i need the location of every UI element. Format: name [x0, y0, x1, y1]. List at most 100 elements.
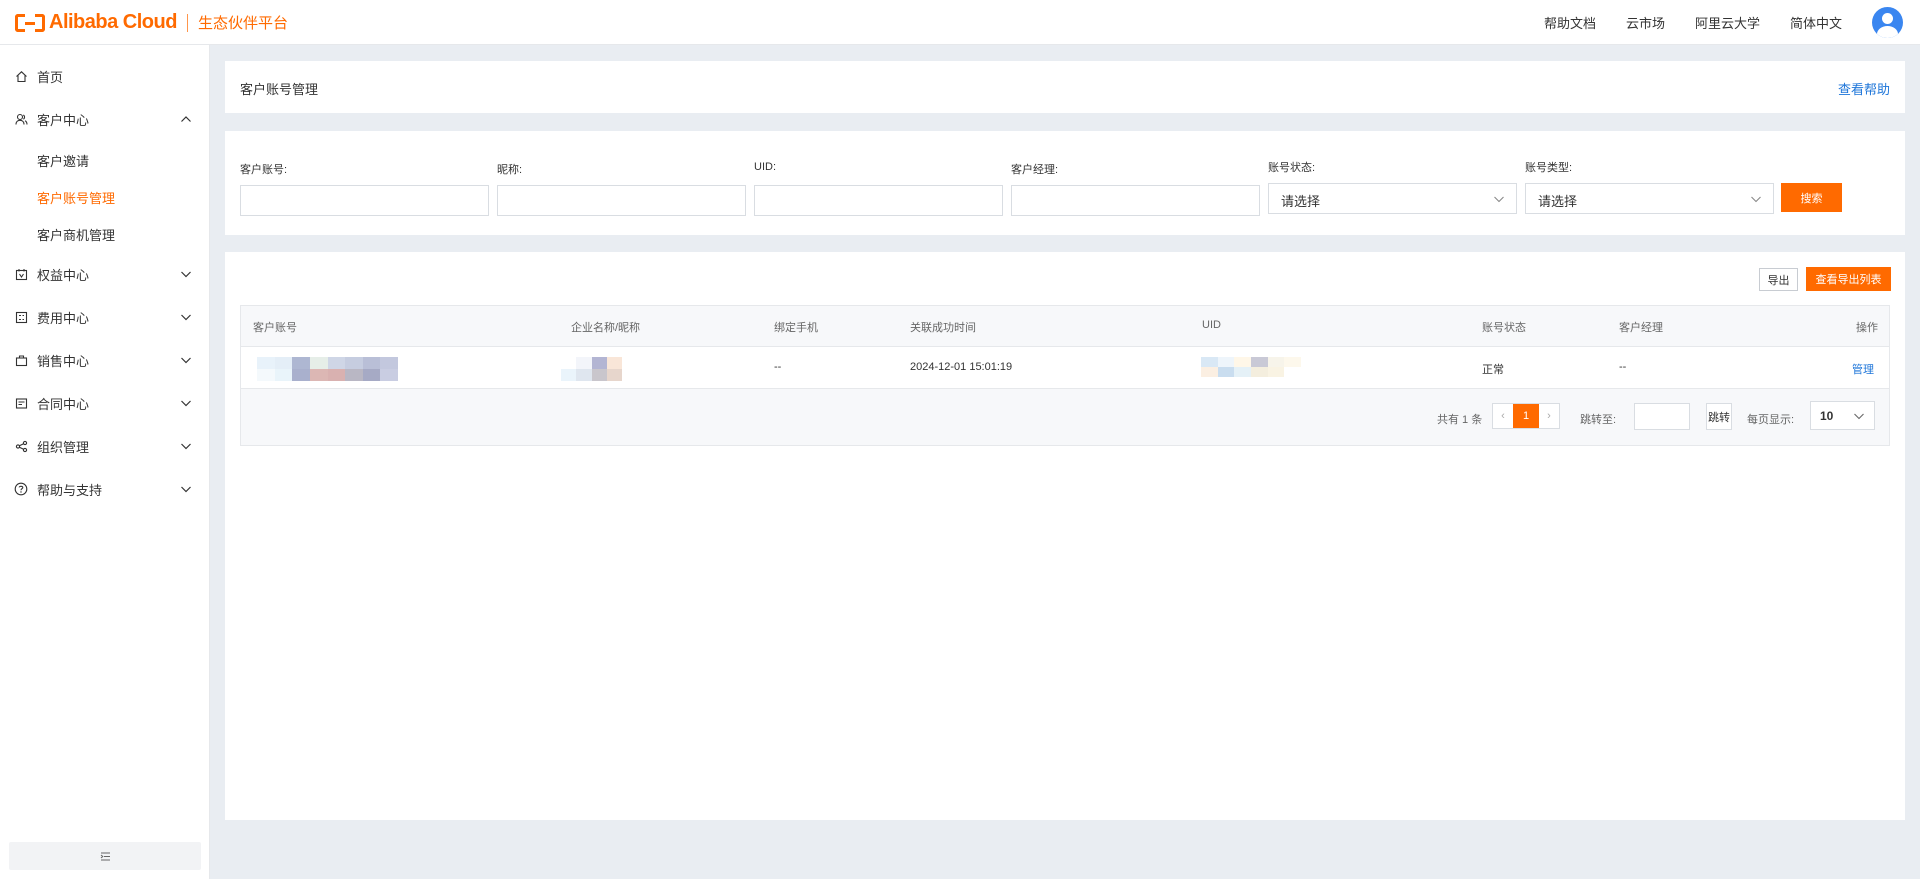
sales-icon — [14, 353, 28, 367]
search-button[interactable]: 搜索 — [1781, 183, 1842, 212]
redacted-uid-mosaic — [1201, 357, 1301, 377]
sidebar-item-label: 费用中心 — [37, 310, 90, 326]
platform-name: 生态伙伴平台 — [197, 15, 288, 32]
column-header-status: 账号状态 — [1482, 322, 1526, 334]
table-row: -- 2024-12-01 15:01:19 正常 -- 管理 — [240, 347, 1890, 389]
alibaba-cloud-logo[interactable]: Alibaba Cloud 生态伙伴平台 — [15, 10, 288, 35]
page-header-panel: 客户账号管理 查看帮助 — [225, 61, 1905, 113]
sidebar-item-customer-center[interactable]: 客户中心 — [0, 103, 210, 135]
sidebar-item-org-management[interactable]: 组织管理 — [0, 430, 210, 462]
table-panel: 导出 查看导出列表 客户账号 企业名称/昵称 绑定手机 关联成功时间 UID 账… — [225, 252, 1905, 820]
chevron-down-icon — [1749, 192, 1763, 206]
column-header-uid: UID — [1202, 319, 1221, 331]
sidebar-item-label: 客户中心 — [37, 112, 90, 128]
filter-panel: 客户账号: 昵称: UID: 客户经理: 账号状态: 请选择 账号类型: 请选择… — [225, 131, 1905, 235]
sidebar-subitem-customer-invite[interactable]: 客户邀请 — [37, 151, 89, 170]
pagination-bar: 共有 1 条 ‹ 1 › 跳转至: 跳转 每页显示: 10 — [240, 389, 1890, 446]
cell-status: 正常 — [1482, 364, 1504, 376]
status-filter-value: 请选择 — [1281, 194, 1321, 209]
chevron-down-icon — [179, 396, 193, 410]
chevron-up-icon — [179, 112, 193, 126]
total-count: 共有 1 条 — [1437, 414, 1483, 426]
manage-link[interactable]: 管理 — [1852, 361, 1874, 377]
prev-page-button[interactable]: ‹ — [1493, 404, 1513, 428]
alibaba-cloud-logo-icon — [15, 13, 45, 32]
type-filter-value: 请选择 — [1538, 194, 1578, 209]
home-icon — [14, 69, 28, 83]
export-button[interactable]: 导出 — [1759, 268, 1798, 291]
column-header-account: 客户账号 — [253, 322, 297, 334]
redacted-company-mosaic — [561, 357, 622, 381]
jump-button[interactable]: 跳转 — [1706, 403, 1732, 430]
sidebar-item-label: 帮助与支持 — [37, 482, 103, 498]
sidebar-item-contract-center[interactable]: 合同中心 — [0, 387, 210, 419]
column-header-time: 关联成功时间 — [910, 322, 976, 334]
page-size-label: 每页显示: — [1747, 414, 1795, 426]
table-header: 客户账号 企业名称/昵称 绑定手机 关联成功时间 UID 账号状态 客户经理 操… — [240, 305, 1890, 347]
brand-name: Alibaba Cloud — [49, 11, 177, 33]
customer-icon — [14, 112, 28, 126]
chevron-down-icon — [179, 267, 193, 281]
sidebar-item-label: 组织管理 — [37, 439, 90, 455]
nickname-filter-label: 昵称: — [497, 164, 523, 176]
manager-filter-label: 客户经理: — [1011, 164, 1059, 176]
page-size-value: 10 — [1820, 409, 1834, 423]
jump-to-label: 跳转至: — [1580, 414, 1617, 426]
sidebar-item-label: 合同中心 — [37, 396, 90, 412]
sidebar-item-help-support[interactable]: 帮助与支持 — [0, 473, 210, 505]
view-help-link[interactable]: 查看帮助 — [1838, 79, 1890, 98]
view-export-list-button[interactable]: 查看导出列表 — [1806, 267, 1891, 291]
header-link-university[interactable]: 阿里云大学 — [1695, 13, 1760, 32]
language-switch[interactable]: 简体中文 — [1790, 13, 1842, 32]
manager-filter-input[interactable] — [1011, 185, 1260, 216]
help-icon — [14, 482, 28, 496]
nickname-filter-input[interactable] — [497, 185, 746, 216]
chevron-down-icon — [1492, 192, 1506, 206]
column-header-phone: 绑定手机 — [774, 322, 818, 334]
sidebar-item-home[interactable]: 首页 — [0, 60, 210, 92]
pager: ‹ 1 › — [1492, 403, 1560, 429]
chevron-down-icon — [179, 482, 193, 496]
chevron-down-icon — [1852, 409, 1866, 423]
sidebar-item-rights-center[interactable]: 权益中心 — [0, 258, 210, 290]
sidebar-subitem-opportunity-management[interactable]: 客户商机管理 — [37, 225, 115, 244]
chevron-down-icon — [179, 439, 193, 453]
column-header-company: 企业名称/昵称 — [571, 322, 641, 334]
status-filter-label: 账号状态: — [1268, 162, 1316, 174]
sidebar-item-label: 销售中心 — [37, 353, 90, 369]
uid-filter-input[interactable] — [754, 185, 1003, 216]
header-link-market[interactable]: 云市场 — [1626, 13, 1665, 32]
logo-divider — [186, 13, 188, 32]
sidebar-subitem-account-management[interactable]: 客户账号管理 — [37, 188, 115, 207]
status-filter-select[interactable]: 请选择 — [1268, 183, 1517, 214]
cell-time: 2024-12-01 15:01:19 — [910, 361, 1013, 373]
type-filter-label: 账号类型: — [1525, 162, 1573, 174]
type-filter-select[interactable]: 请选择 — [1525, 183, 1774, 214]
user-avatar[interactable] — [1872, 7, 1903, 38]
next-page-button[interactable]: › — [1539, 404, 1559, 428]
page-title: 客户账号管理 — [240, 82, 319, 97]
sidebar-collapse-button[interactable] — [9, 842, 201, 870]
sidebar-item-sales-center[interactable]: 销售中心 — [0, 344, 210, 376]
jump-page-input[interactable] — [1634, 403, 1690, 430]
chevron-down-icon — [179, 310, 193, 324]
sidebar-item-label: 首页 — [37, 69, 64, 85]
top-bar: Alibaba Cloud 生态伙伴平台 帮助文档 云市场 阿里云大学 简体中文 — [0, 0, 1920, 45]
fee-icon — [14, 310, 28, 324]
cell-manager: -- — [1619, 361, 1627, 373]
sidebar-item-fee-center[interactable]: 费用中心 — [0, 301, 210, 333]
column-header-manager: 客户经理 — [1619, 322, 1663, 334]
header-links: 帮助文档 云市场 阿里云大学 简体中文 — [1514, 0, 1842, 45]
page-1-button[interactable]: 1 — [1513, 404, 1539, 428]
page-size-select[interactable]: 10 — [1810, 401, 1875, 430]
column-header-action: 操作 — [1856, 322, 1878, 334]
chevron-down-icon — [179, 353, 193, 367]
collapse-menu-icon — [100, 852, 110, 860]
account-filter-input[interactable] — [240, 185, 489, 216]
rights-icon — [14, 267, 28, 281]
sidebar: 首页 客户中心 客户邀请 客户账号管理 客户商机管理 权益中心 费用中心 销售中… — [0, 45, 210, 879]
header-link-docs[interactable]: 帮助文档 — [1544, 13, 1596, 32]
sidebar-item-label: 权益中心 — [37, 267, 90, 283]
redacted-account-mosaic — [257, 357, 398, 381]
org-icon — [14, 439, 28, 453]
